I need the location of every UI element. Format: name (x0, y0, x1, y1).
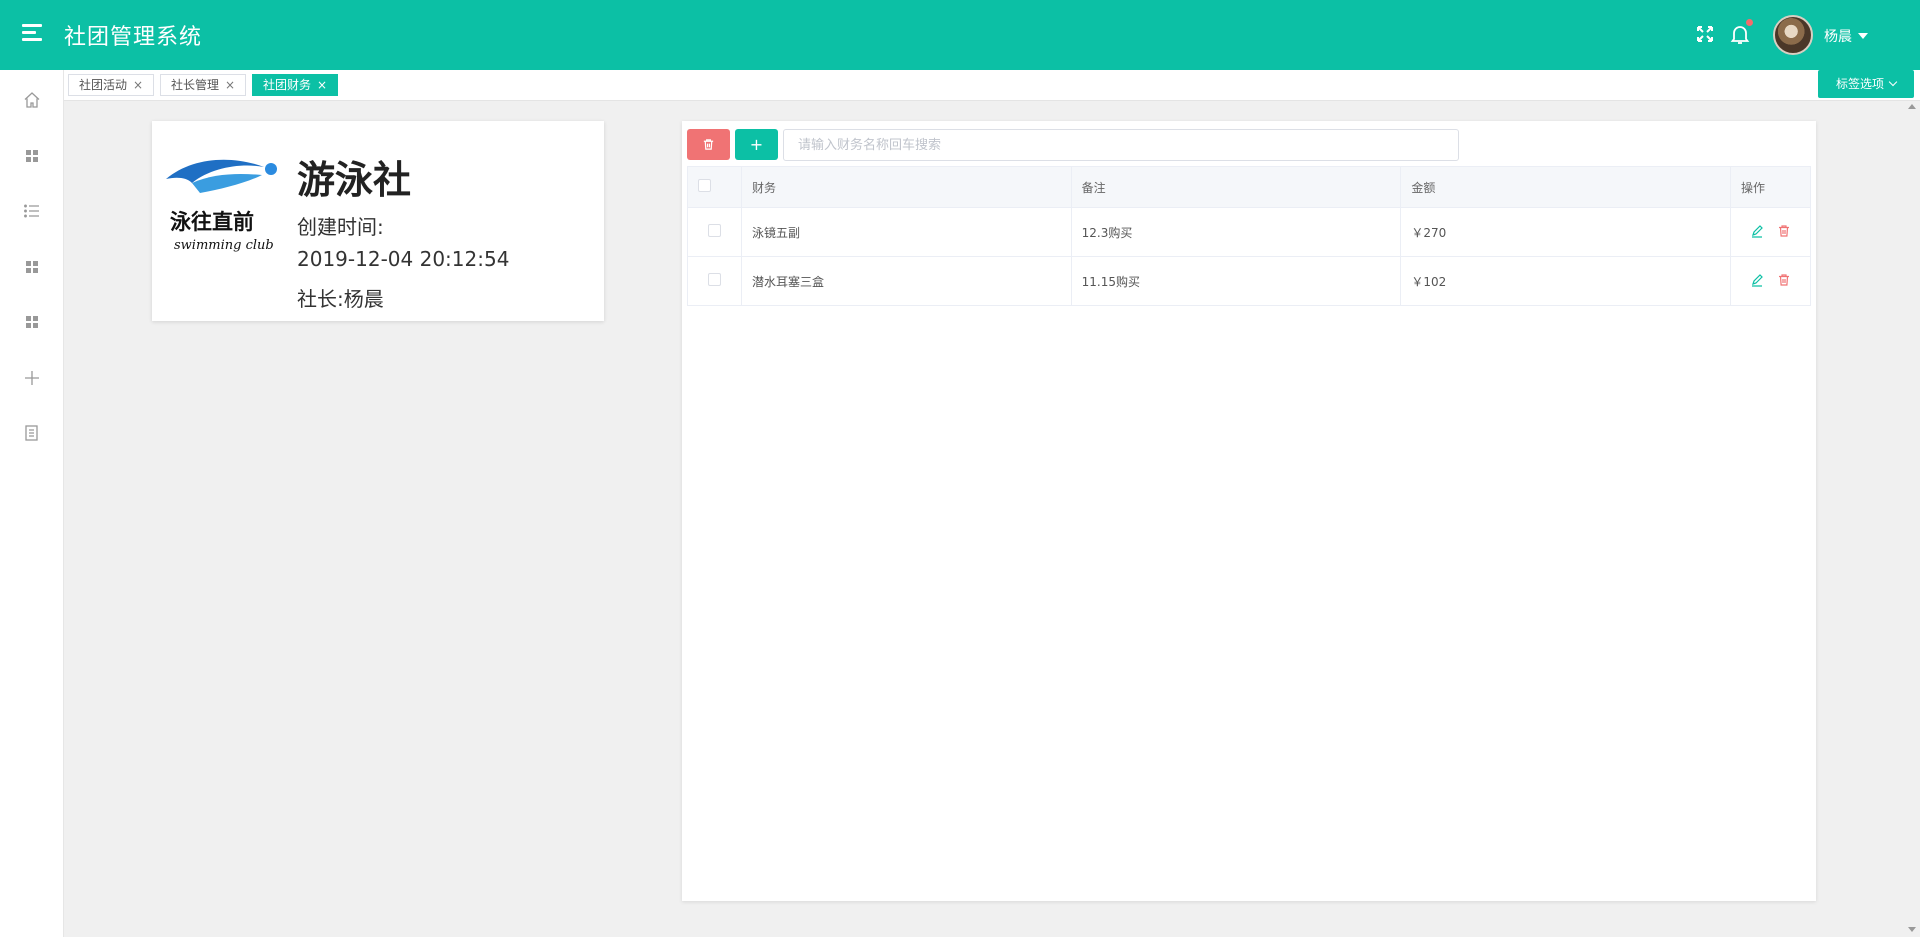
tab-club-finance[interactable]: 社团财务 × (252, 74, 339, 96)
column-header-amount[interactable]: 金额 (1400, 166, 1731, 208)
finance-note-cell: 12.3购买 (1070, 207, 1402, 257)
delete-button[interactable] (1776, 273, 1792, 289)
finance-panel: + 财务 备注 金额 操作 泳镜五副 12.3购买 ￥270 (682, 121, 1816, 901)
notification-dot (1746, 19, 1753, 26)
finance-note-cell: 11.15购买 (1070, 256, 1402, 306)
sidebar-item-grid-2[interactable] (22, 257, 42, 277)
bulk-delete-button[interactable] (687, 129, 730, 160)
select-all-cell (687, 166, 742, 208)
tab-club-activities[interactable]: 社团活动 × (68, 74, 155, 96)
trash-icon (1779, 274, 1790, 286)
edit-icon (1751, 225, 1763, 238)
tab-options-button[interactable]: 标签选项 (1818, 70, 1914, 98)
sidebar-item-add[interactable] (22, 368, 42, 388)
tab-bar: 社团活动 × 社长管理 × 社团财务 × (64, 70, 1920, 101)
finance-name-cell: 泳镜五副 (740, 207, 1072, 257)
user-menu[interactable]: 杨晨 (1824, 26, 1868, 46)
fullscreen-icon[interactable] (1693, 22, 1717, 46)
logo-subtext: swimming club (174, 238, 274, 253)
club-leader: 社长:杨晨 (297, 287, 384, 311)
tab-options-label: 标签选项 (1835, 77, 1884, 91)
finance-amount-cell: ￥102 (1400, 256, 1731, 306)
scroll-up-arrow[interactable] (1908, 104, 1916, 109)
sidebar (0, 70, 64, 937)
menu-toggle-icon[interactable] (22, 24, 42, 44)
plus-icon: + (749, 135, 764, 154)
finance-amount-cell: ￥270 (1400, 207, 1731, 257)
plus-icon (25, 371, 39, 385)
tab-label: 社团财务 (263, 78, 312, 92)
chevron-down-icon (1888, 77, 1898, 87)
logo-text: 泳往直前 (170, 209, 254, 234)
app-title: 社团管理系统 (64, 25, 203, 50)
club-info-card: 泳往直前 swimming club 游泳社 创建时间: 2019-12-04 … (152, 121, 604, 321)
delete-button[interactable] (1776, 224, 1792, 240)
table-header-row: 财务 备注 金额 操作 (687, 166, 1811, 208)
row-checkbox[interactable] (707, 224, 721, 237)
grid-icon (26, 150, 38, 162)
tab-label: 社长管理 (171, 78, 220, 92)
finance-name-cell: 潜水耳塞三盒 (740, 256, 1072, 306)
user-name: 杨晨 (1824, 29, 1852, 45)
swimmer-logo-icon: 泳往直前 swimming club (166, 159, 277, 253)
column-header-actions: 操作 (1730, 166, 1811, 208)
finance-search-input[interactable] (783, 129, 1459, 161)
caret-down-icon (1858, 33, 1868, 39)
avatar[interactable] (1773, 15, 1813, 55)
sidebar-item-grid-1[interactable] (22, 146, 42, 166)
created-at: 2019-12-04 20:12:54 (297, 247, 510, 271)
grid-icon (26, 261, 38, 273)
sidebar-item-home[interactable] (22, 90, 42, 110)
tab-leader-management[interactable]: 社长管理 × (160, 74, 247, 96)
close-icon[interactable]: × (225, 78, 235, 92)
table-row: 潜水耳塞三盒 11.15购买 ￥102 (687, 256, 1811, 306)
club-name: 游泳社 (297, 158, 412, 202)
grid-icon (26, 316, 38, 328)
home-icon (24, 92, 40, 108)
bell-icon[interactable] (1728, 19, 1753, 46)
add-finance-button[interactable]: + (735, 129, 778, 160)
trash-icon (703, 139, 714, 150)
finance-table: 财务 备注 金额 操作 泳镜五副 12.3购买 ￥270 潜水耳塞三盒 11.1… (687, 166, 1811, 306)
trash-icon (1779, 225, 1790, 237)
table-row: 泳镜五副 12.3购买 ￥270 (687, 207, 1811, 257)
select-all-checkbox[interactable] (698, 179, 711, 192)
column-header-finance[interactable]: 财务 (740, 166, 1072, 208)
tab-label: 社团活动 (79, 78, 128, 92)
document-icon (25, 425, 38, 441)
sidebar-item-grid-3[interactable] (22, 312, 42, 332)
top-header: 社团管理系统 杨晨 (0, 0, 1920, 70)
row-actions-cell (1730, 256, 1811, 306)
sidebar-item-list[interactable] (22, 201, 42, 221)
edit-icon (1751, 274, 1763, 287)
edit-button[interactable] (1749, 224, 1765, 240)
row-check-cell (687, 256, 742, 306)
row-checkbox[interactable] (707, 273, 721, 286)
edit-button[interactable] (1749, 273, 1765, 289)
row-check-cell (687, 207, 742, 257)
sidebar-item-document[interactable] (22, 423, 42, 443)
row-actions-cell (1730, 207, 1811, 257)
close-icon[interactable]: × (133, 78, 143, 92)
column-header-note[interactable]: 备注 (1070, 166, 1402, 208)
scroll-down-arrow[interactable] (1908, 927, 1916, 932)
list-icon (24, 204, 39, 218)
created-label: 创建时间: (297, 215, 384, 239)
club-logo: 泳往直前 swimming club (162, 149, 282, 259)
close-icon[interactable]: × (317, 78, 327, 92)
